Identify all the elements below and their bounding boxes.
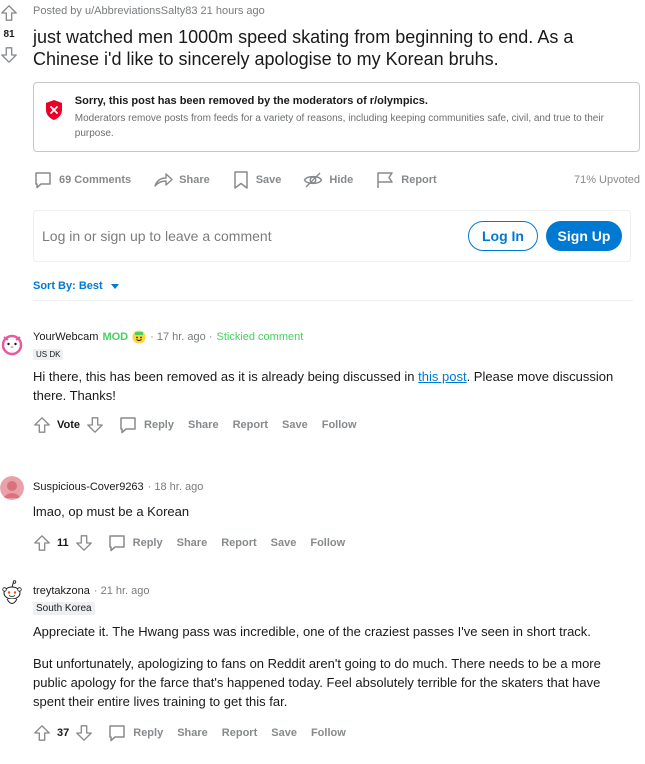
comment-author[interactable]: treytakzona xyxy=(33,584,90,598)
comment-icon xyxy=(109,725,125,742)
hide-button[interactable]: Hide xyxy=(303,170,353,190)
save-button[interactable]: Save xyxy=(271,727,297,739)
login-prompt-text: Log in or sign up to leave a comment xyxy=(42,228,272,244)
removed-title: Sorry, this post has been removed by the… xyxy=(74,95,428,107)
upvote-icon[interactable] xyxy=(0,4,18,22)
downvote-icon[interactable] xyxy=(0,46,18,64)
report-button[interactable]: Report xyxy=(221,537,256,549)
report-button[interactable]: Report xyxy=(233,419,268,431)
snoo-avatar-icon xyxy=(2,580,22,604)
signup-button[interactable]: Sign Up xyxy=(546,221,622,251)
comment-paragraph: Appreciate it. The Hwang pass was incred… xyxy=(33,624,591,639)
share-button[interactable]: Share xyxy=(153,170,210,190)
follow-button[interactable]: Follow xyxy=(311,727,346,739)
comment-text: Hi there, this has been removed as it is… xyxy=(33,369,614,403)
reply-button[interactable]: Reply xyxy=(107,723,163,743)
upvote-icon[interactable] xyxy=(33,534,51,552)
caret-down-icon xyxy=(110,283,119,289)
comment-text: lmao, op must be a Korean xyxy=(33,504,190,519)
avatar-icon xyxy=(0,332,24,356)
comments-button[interactable]: 69 Comments xyxy=(33,170,131,190)
removed-shield-icon xyxy=(46,100,63,120)
comment-time: · 18 hr. ago xyxy=(147,481,204,493)
sort-label: Sort By: Best xyxy=(33,280,103,292)
comment-body: treytakzona · 21 hr. ago South Korea App… xyxy=(33,580,633,743)
comment-time: · 17 hr. ago · xyxy=(150,331,213,343)
comment-author[interactable]: YourWebcam xyxy=(33,330,98,344)
share-button[interactable]: Share xyxy=(188,419,219,431)
comment-author[interactable]: Suspicious-Cover9263 xyxy=(33,480,144,494)
save-button[interactable]: Save xyxy=(282,419,308,431)
vote-count: 37 xyxy=(57,727,70,739)
mod-emoji-icon xyxy=(132,330,146,344)
upvote-icon[interactable] xyxy=(33,724,51,742)
downvote-icon[interactable] xyxy=(86,416,104,434)
comment-icon xyxy=(120,417,136,434)
comment-time: · 21 hr. ago xyxy=(93,585,150,597)
avatar xyxy=(0,476,24,500)
upvote-ratio: 71% Upvoted xyxy=(573,174,640,186)
post-title: just watched men 1000m speed skating fro… xyxy=(33,27,574,69)
removed-notice: Sorry, this post has been removed by the… xyxy=(33,82,640,152)
report-button[interactable]: Report xyxy=(375,170,437,190)
post: Posted by u/AbbreviationsSalty83 21 hour… xyxy=(33,0,643,301)
comment-paragraph: But unfortunately, apologizing to fans o… xyxy=(33,656,601,709)
comment-text: Appreciate it. The Hwang pass was incred… xyxy=(33,622,633,711)
save-label: Save xyxy=(255,174,282,186)
comment-actions: Vote Reply Share Report Save Follow xyxy=(33,415,633,435)
post-score: 81 xyxy=(3,29,15,40)
share-label: Share xyxy=(179,174,210,186)
comments-label: 69 Comments xyxy=(59,174,132,186)
comment-icon xyxy=(35,172,51,189)
this-post-link[interactable]: this post xyxy=(418,369,466,384)
reply-button[interactable]: Reply xyxy=(118,415,174,435)
follow-button[interactable]: Follow xyxy=(310,537,345,549)
post-actions: 69 Comments Share Save Hide Report 71% U… xyxy=(33,168,643,192)
share-icon xyxy=(154,173,173,187)
avatar-icon xyxy=(0,476,24,500)
avatar xyxy=(0,332,24,356)
report-label: Report xyxy=(401,174,437,186)
upvote-icon[interactable] xyxy=(33,416,51,434)
follow-button[interactable]: Follow xyxy=(322,419,357,431)
vote-label: Vote xyxy=(57,419,81,431)
login-prompt-box: Log in or sign up to leave a comment Log… xyxy=(33,210,631,262)
comment-icon xyxy=(108,535,125,552)
user-flair: South Korea xyxy=(33,602,95,615)
comment-body: YourWebcam MOD · 17 hr. ago · Stickied c… xyxy=(33,330,633,435)
avatar xyxy=(0,580,24,604)
user-flair: US DK xyxy=(33,349,64,360)
report-button[interactable]: Report xyxy=(222,727,257,739)
comment-actions: 11 Reply Share Report Save Follow xyxy=(33,533,633,553)
stickied-label: Stickied comment xyxy=(216,331,304,343)
sort-dropdown[interactable]: Sort By: Best xyxy=(33,280,643,292)
mod-badge: MOD xyxy=(102,331,129,343)
downvote-icon[interactable] xyxy=(75,534,93,552)
share-button[interactable]: Share xyxy=(177,727,208,739)
downvote-icon[interactable] xyxy=(75,724,93,742)
hide-eye-icon xyxy=(304,172,323,188)
bookmark-icon xyxy=(233,171,248,189)
save-button[interactable]: Save xyxy=(271,537,297,549)
hide-label: Hide xyxy=(329,174,354,186)
removed-description: Moderators remove posts from feeds for a… xyxy=(74,113,604,139)
save-button[interactable]: Save xyxy=(232,170,282,190)
comment-actions: 37 Reply Share Report Save Follow xyxy=(33,723,633,743)
divider xyxy=(33,300,633,301)
post-vote-column: 81 xyxy=(0,4,18,64)
posted-by[interactable]: Posted by u/AbbreviationsSalty83 21 hour… xyxy=(33,4,643,18)
flag-icon xyxy=(377,172,394,188)
reply-button[interactable]: Reply xyxy=(107,533,163,553)
comment-body: Suspicious-Cover9263 · 18 hr. ago lmao, … xyxy=(33,476,633,553)
share-button[interactable]: Share xyxy=(177,537,208,549)
vote-count: 11 xyxy=(57,537,69,549)
login-button[interactable]: Log In xyxy=(468,221,538,251)
